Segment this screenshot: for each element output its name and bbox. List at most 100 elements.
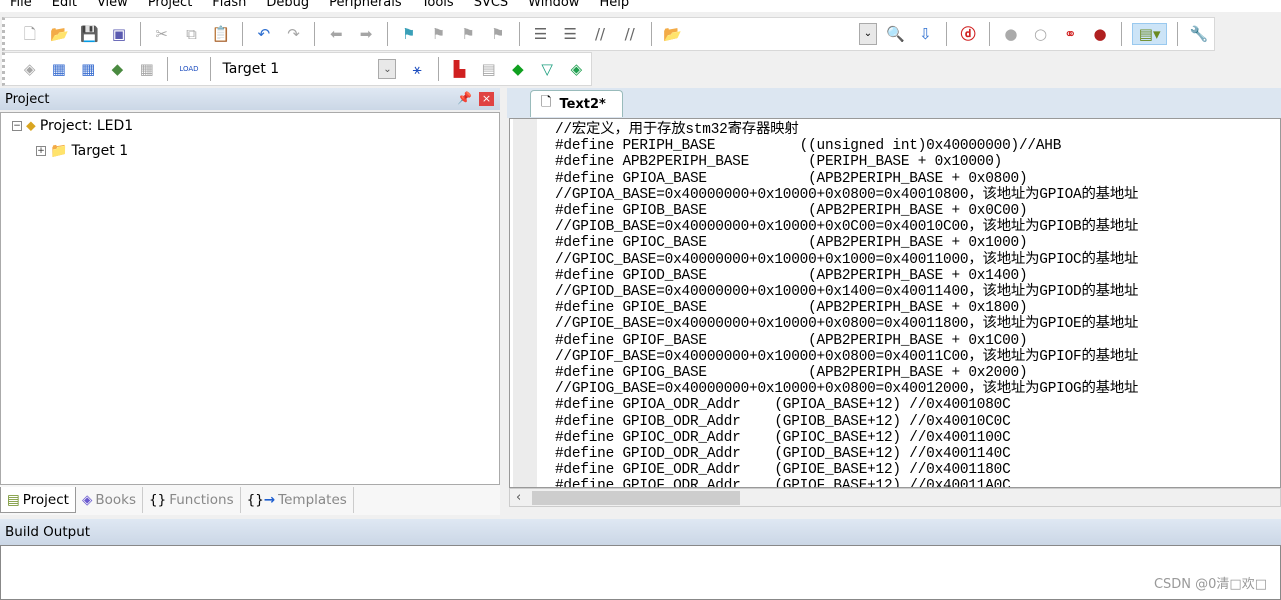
tab-functions-label: Functions bbox=[169, 492, 234, 508]
tree-node-target[interactable]: + 📁 Target 1 bbox=[36, 143, 128, 159]
breakpoint-icon[interactable]: ● bbox=[1000, 23, 1022, 45]
code-line: #define GPIOE_ODR_Addr (GPIOE_BASE+12) /… bbox=[555, 462, 1011, 479]
code-line: //GPIOC_BASE=0x40000000+0x10000+0x1000=0… bbox=[555, 251, 1139, 268]
tab-text2-label: Text2* bbox=[559, 96, 606, 112]
copy-icon[interactable]: ⧉ bbox=[181, 23, 203, 45]
separator bbox=[518, 22, 520, 46]
cut-icon[interactable]: ✂ bbox=[151, 23, 173, 45]
code-line: //GPIOA_BASE=0x40000000+0x10000+0x0800=0… bbox=[555, 186, 1139, 203]
tree-node-project[interactable]: − ⬥ Project: LED1 bbox=[12, 118, 133, 134]
project-icon: ⬥ bbox=[26, 118, 36, 134]
code-editor[interactable]: //宏定义，用于存放stm32寄存器映射 #define PERIPH_BASE … bbox=[509, 118, 1281, 488]
collapse-icon[interactable]: − bbox=[12, 121, 22, 131]
editor-tab-strip: 🗋 Text2* bbox=[507, 88, 1281, 118]
pack-installer-icon[interactable]: ▽ bbox=[537, 58, 558, 80]
code-line: #define GPIOC_BASE (APB2PERIPH_BASE + 0x… bbox=[555, 235, 1028, 252]
manage-runtime-icon[interactable]: ◆ bbox=[507, 58, 528, 80]
load-icon[interactable]: LOAD bbox=[178, 58, 199, 80]
code-content[interactable]: //宏定义，用于存放stm32寄存器映射 #define PERIPH_BASE … bbox=[555, 122, 1139, 487]
pin-icon[interactable]: 📌 bbox=[457, 91, 472, 105]
software-packs-icon[interactable]: ◈ bbox=[566, 58, 587, 80]
tab-functions[interactable]: {} Functions bbox=[143, 487, 241, 513]
batch-build-icon[interactable]: ◆ bbox=[107, 58, 128, 80]
separator bbox=[386, 22, 388, 46]
menu-peripherals[interactable]: Peripherals bbox=[319, 0, 412, 12]
menu-file[interactable]: File bbox=[0, 0, 42, 12]
expand-icon[interactable]: + bbox=[36, 146, 46, 156]
build-output-pane[interactable] bbox=[0, 545, 1281, 600]
tab-project-label: Project bbox=[22, 491, 69, 508]
find-dropdown-icon[interactable]: ⌄ bbox=[859, 23, 877, 45]
menu-edit[interactable]: Edit bbox=[42, 0, 87, 12]
tab-project[interactable]: ▤ Project bbox=[0, 487, 76, 513]
separator bbox=[946, 22, 948, 46]
new-file-icon[interactable]: 🗋 bbox=[19, 23, 41, 45]
bookmark-icon[interactable]: ⚑ bbox=[398, 23, 420, 45]
tab-books[interactable]: ◈ Books bbox=[76, 487, 143, 513]
window-layout-icon[interactable]: ▤▾ bbox=[1131, 23, 1168, 45]
tab-text2[interactable]: 🗋 Text2* bbox=[530, 90, 623, 117]
save-all-icon[interactable]: ▣ bbox=[108, 23, 130, 45]
menu-view[interactable]: View bbox=[87, 0, 138, 12]
disable-all-breakpoints-icon[interactable]: ⚭ bbox=[1059, 23, 1081, 45]
nav-forward-icon[interactable]: ➡ bbox=[355, 23, 377, 45]
clear-bookmarks-icon[interactable]: ⚑ bbox=[487, 23, 509, 45]
unindent-icon[interactable]: ☰ bbox=[559, 23, 581, 45]
separator bbox=[989, 22, 990, 46]
open-folder-icon[interactable]: 📂 bbox=[49, 23, 71, 45]
manage-project-items-icon[interactable]: ▙ bbox=[449, 58, 470, 80]
close-icon[interactable]: × bbox=[479, 92, 494, 106]
find-icon[interactable]: 🔍 bbox=[885, 23, 907, 45]
kill-all-breakpoints-icon[interactable]: ● bbox=[1089, 23, 1111, 45]
configure-wrench-icon[interactable]: 🔧 bbox=[1188, 23, 1210, 45]
stop-build-icon[interactable]: ▦ bbox=[136, 58, 157, 80]
menu-flash[interactable]: Flash bbox=[202, 0, 256, 12]
scroll-left-icon[interactable]: ‹ bbox=[516, 490, 521, 505]
build-icon[interactable]: ▦ bbox=[48, 58, 69, 80]
chevron-down-icon[interactable]: ⌄ bbox=[378, 59, 397, 79]
project-label: Project: LED1 bbox=[39, 118, 134, 134]
undo-icon[interactable]: ↶ bbox=[253, 23, 275, 45]
tab-templates-label: Templates bbox=[278, 492, 347, 508]
find-in-files-icon[interactable]: 📂 bbox=[662, 23, 684, 45]
options-for-target-icon[interactable]: ⚹ bbox=[406, 58, 427, 80]
menu-debug[interactable]: Debug bbox=[256, 0, 319, 12]
uncomment-icon[interactable]: // bbox=[619, 23, 641, 45]
save-icon[interactable]: 💾 bbox=[78, 23, 100, 45]
code-line: #define GPIOC_ODR_Addr (GPIOC_BASE+12) /… bbox=[555, 429, 1011, 446]
rebuild-icon[interactable]: ▦ bbox=[78, 58, 99, 80]
code-line: #define PERIPH_BASE ((unsigned int)0x400… bbox=[555, 138, 1062, 155]
next-bookmark-icon[interactable]: ⚑ bbox=[457, 23, 479, 45]
separator bbox=[167, 57, 169, 81]
code-line: //GPIOF_BASE=0x40000000+0x10000+0x0800=0… bbox=[555, 348, 1139, 365]
separator bbox=[650, 22, 652, 46]
redo-icon[interactable]: ↷ bbox=[283, 23, 305, 45]
disable-breakpoint-icon[interactable]: ○ bbox=[1030, 23, 1052, 45]
code-line: #define GPIOB_BASE (APB2PERIPH_BASE + 0x… bbox=[555, 203, 1028, 220]
separator bbox=[1120, 22, 1122, 46]
translate-icon[interactable]: ◈ bbox=[19, 58, 40, 80]
project-tab-icon: ▤ bbox=[7, 491, 20, 508]
menu-svcs[interactable]: SVCS bbox=[464, 0, 518, 12]
debug-session-icon[interactable]: ⓓ bbox=[957, 23, 979, 45]
select-packs-icon[interactable]: ▤ bbox=[478, 58, 499, 80]
scrollbar-thumb[interactable] bbox=[532, 491, 740, 505]
comment-icon[interactable]: // bbox=[589, 23, 611, 45]
paste-icon[interactable]: 📋 bbox=[210, 23, 232, 45]
menu-help[interactable]: Help bbox=[589, 0, 639, 12]
incremental-find-icon[interactable]: ⇩ bbox=[915, 23, 937, 45]
prev-bookmark-icon[interactable]: ⚑ bbox=[428, 23, 450, 45]
menu-tools[interactable]: Tools bbox=[412, 0, 464, 12]
indent-icon[interactable]: ☰ bbox=[530, 23, 552, 45]
code-line: #define GPIOA_BASE (APB2PERIPH_BASE + 0x… bbox=[555, 170, 1028, 187]
tab-templates[interactable]: {}→ Templates bbox=[241, 487, 354, 513]
horizontal-scrollbar[interactable]: ‹ bbox=[509, 488, 1281, 507]
menu-window[interactable]: Window bbox=[518, 0, 589, 12]
file-toolbar: 🗋 📂 💾 ▣ ✂ ⧉ 📋 ↶ ↷ ⬅ ➡ ⚑ ⚑ ⚑ ⚑ ☰ ☰ // // … bbox=[2, 17, 1215, 51]
target-label: Target 1 bbox=[71, 143, 129, 159]
separator bbox=[314, 22, 316, 46]
menu-project[interactable]: Project bbox=[138, 0, 202, 12]
target-select[interactable]: Target 1 ⌄ bbox=[223, 57, 397, 81]
braces-icon: {} bbox=[149, 492, 167, 508]
nav-back-icon[interactable]: ⬅ bbox=[325, 23, 347, 45]
